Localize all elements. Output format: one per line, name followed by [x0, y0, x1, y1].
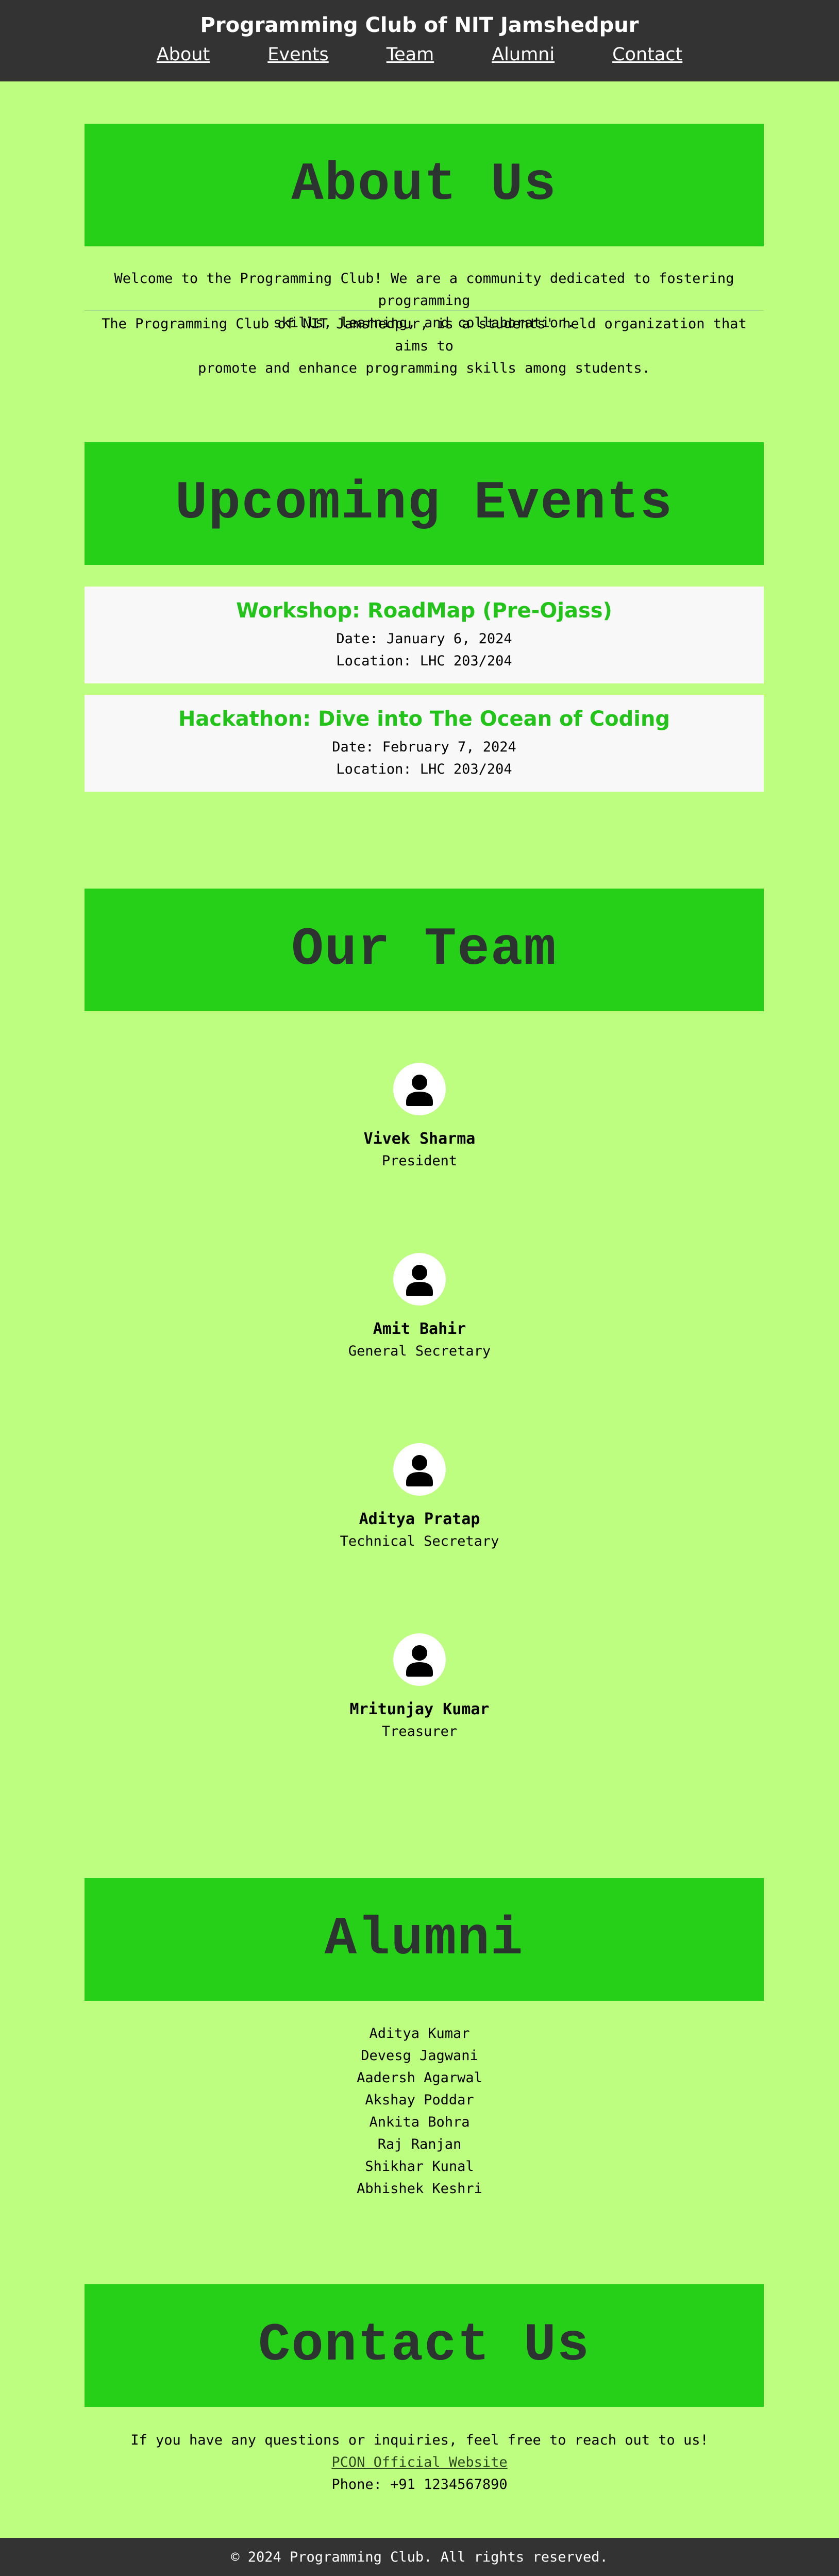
member-role: Treasurer	[381, 1724, 458, 1739]
team-member-card: Vivek Sharma President	[0, 1063, 839, 1169]
alumni-name: Aditya Kumar	[369, 2026, 470, 2042]
site-footer: © 2024 Programming Club. All rights rese…	[0, 2538, 839, 2576]
user-avatar-icon	[393, 1063, 446, 1115]
alumni-name: Shikhar Kunal	[365, 2159, 474, 2174]
site-title: Programming Club of NIT Jamshedpur	[200, 13, 639, 37]
alumni-name: Raj Ranjan	[377, 2136, 462, 2152]
alumni-heading: Alumni	[324, 1909, 524, 1970]
event-title: Hackathon: Dive into The Ocean of Coding	[178, 707, 670, 731]
team-heading: Our Team	[291, 919, 557, 980]
nav-link-alumni[interactable]: Alumni	[492, 44, 555, 65]
user-avatar-icon	[393, 1443, 446, 1496]
event-card: Hackathon: Dive into The Ocean of Coding…	[85, 695, 764, 792]
official-website-link[interactable]: PCON Official Website	[331, 2454, 507, 2470]
contact-info: If you have any questions or inquiries, …	[0, 2429, 839, 2496]
nav-link-about[interactable]: About	[157, 44, 210, 65]
events-heading: Upcoming Events	[175, 473, 674, 534]
alumni-name: Akshay Poddar	[365, 2092, 474, 2108]
member-role: General Secretary	[348, 1343, 491, 1359]
alumni-name: Aadersh Agarwal	[357, 2070, 482, 2086]
alumni-name: Devesg Jagwani	[361, 2048, 478, 2064]
event-card: Workshop: RoadMap (Pre-Ojass) Date: Janu…	[85, 587, 764, 683]
contact-phone: Phone: +91 1234567890	[331, 2477, 508, 2493]
alumni-name: Abhishek Keshri	[357, 2181, 482, 2197]
member-role: Technical Secretary	[340, 1533, 499, 1549]
event-location: Location: LHC 203/204	[336, 653, 512, 669]
user-avatar-icon	[393, 1253, 446, 1306]
main-nav: About Events Team Alumni Contact	[0, 44, 839, 65]
about-banner: About Us	[85, 124, 764, 246]
contact-banner: Contact Us	[85, 2284, 764, 2407]
events-banner: Upcoming Events	[85, 442, 764, 565]
member-name: Amit Bahir	[373, 1320, 466, 1338]
alumni-list: Aditya Kumar Devesg Jagwani Aadersh Agar…	[0, 2022, 839, 2200]
team-member-card: Mritunjay Kumar Treasurer	[0, 1633, 839, 1739]
about-description-line-2: promote and enhance programming skills a…	[198, 360, 650, 376]
member-role: President	[381, 1153, 458, 1169]
event-date: Date: February 7, 2024	[332, 739, 516, 755]
member-name: Vivek Sharma	[363, 1130, 476, 1148]
member-name: Mritunjay Kumar	[349, 1700, 490, 1718]
event-title: Workshop: RoadMap (Pre-Ojass)	[236, 599, 612, 623]
site-header: Programming Club of NIT Jamshedpur About…	[0, 0, 839, 81]
contact-heading: Contact Us	[258, 2315, 591, 2376]
nav-link-events[interactable]: Events	[267, 44, 329, 65]
footer-copyright: © 2024 Programming Club. All rights rese…	[231, 2549, 608, 2565]
event-date: Date: January 6, 2024	[336, 631, 512, 647]
about-description-line-1: The Programming Club of NIT Jamshedpur, …	[102, 316, 747, 354]
alumni-banner: Alumni	[85, 1878, 764, 2001]
nav-link-contact[interactable]: Contact	[612, 44, 682, 65]
user-avatar-icon	[393, 1633, 446, 1686]
about-divider	[85, 310, 764, 311]
contact-intro: If you have any questions or inquiries, …	[130, 2432, 709, 2448]
about-intro-line-1: Welcome to the Programming Club! We are …	[114, 271, 734, 309]
team-member-card: Amit Bahir General Secretary	[0, 1253, 839, 1359]
team-member-card: Aditya Pratap Technical Secretary	[0, 1443, 839, 1549]
about-description-paragraph: The Programming Club of NIT Jamshedpur, …	[85, 313, 764, 379]
alumni-name: Ankita Bohra	[369, 2114, 470, 2130]
team-banner: Our Team	[85, 889, 764, 1011]
member-name: Aditya Pratap	[359, 1510, 480, 1528]
event-location: Location: LHC 203/204	[336, 761, 512, 777]
nav-link-team[interactable]: Team	[387, 44, 434, 65]
about-heading: About Us	[291, 155, 557, 215]
